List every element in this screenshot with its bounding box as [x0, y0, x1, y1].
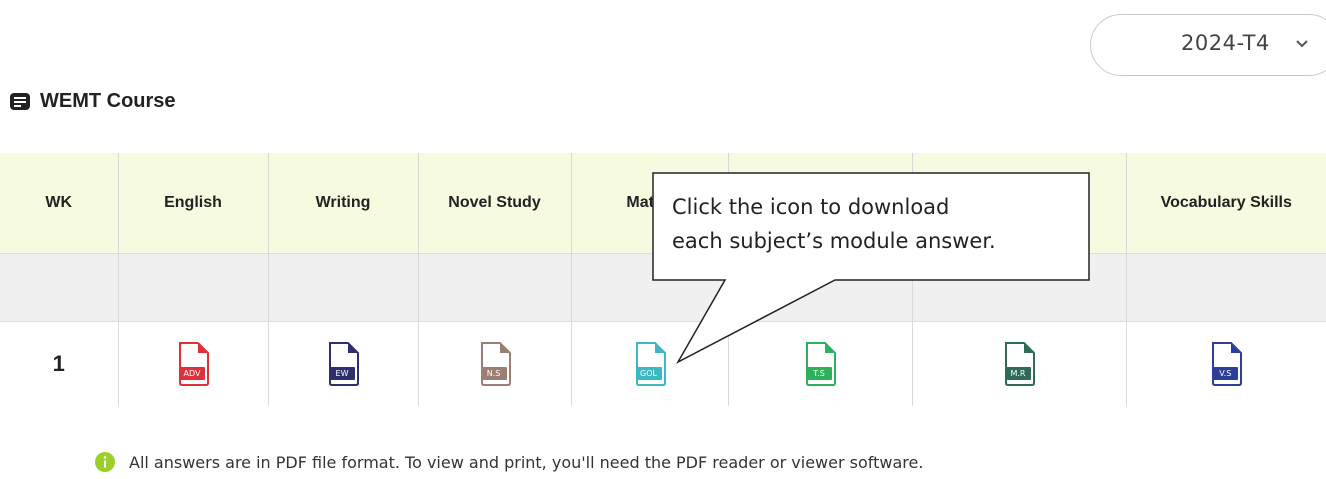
course-title-label: WEMT Course — [40, 89, 176, 112]
chevron-down-icon — [1296, 40, 1308, 48]
week-number-cell: 1 — [0, 321, 118, 406]
file-badge-label: V.S — [1212, 367, 1239, 380]
info-icon — [95, 452, 115, 472]
file-badge-label: ADV — [179, 367, 205, 380]
pdf-file-icon[interactable]: N.S — [478, 342, 512, 386]
notice-text: All answers are in PDF file format. To v… — [129, 452, 924, 472]
file-badge-label: M.R — [1005, 367, 1031, 380]
tooltip-line-2: each subject’s module answer. — [672, 229, 996, 253]
pdf-file-icon[interactable]: V.S — [1209, 342, 1243, 386]
header-vocabulary-skills: Vocabulary Skills — [1125, 153, 1326, 254]
term-select[interactable]: 2024-T4 — [1090, 14, 1326, 76]
header-novel-study: Novel Study — [417, 153, 571, 254]
pdf-notice: All answers are in PDF file format. To v… — [95, 452, 923, 472]
pdf-file-icon[interactable]: ADV — [176, 342, 210, 386]
list-icon — [10, 92, 30, 110]
pdf-file-icon[interactable]: EW — [326, 342, 360, 386]
file-badge-label: GOL — [635, 367, 662, 380]
course-title: WEMT Course — [10, 86, 176, 116]
header-english: English — [117, 153, 268, 254]
file-cell: EW — [267, 321, 418, 406]
file-cell: N.S — [417, 321, 571, 406]
term-select-value: 2024-T4 — [1181, 31, 1270, 55]
tooltip-text: Click the icon to download each subject’… — [672, 190, 1082, 258]
week-number: 1 — [52, 351, 65, 376]
file-cell: ADV — [117, 321, 268, 406]
header-wk: WK — [0, 153, 118, 254]
file-badge-label: N.S — [480, 367, 507, 380]
file-cell: V.S — [1125, 321, 1326, 406]
file-badge-label: EW — [329, 367, 355, 380]
header-writing: Writing — [267, 153, 418, 254]
tooltip-line-1: Click the icon to download — [672, 195, 950, 219]
download-tooltip: Click the icon to download each subject’… — [652, 172, 1090, 364]
file-badge-label: T.S — [806, 367, 832, 380]
